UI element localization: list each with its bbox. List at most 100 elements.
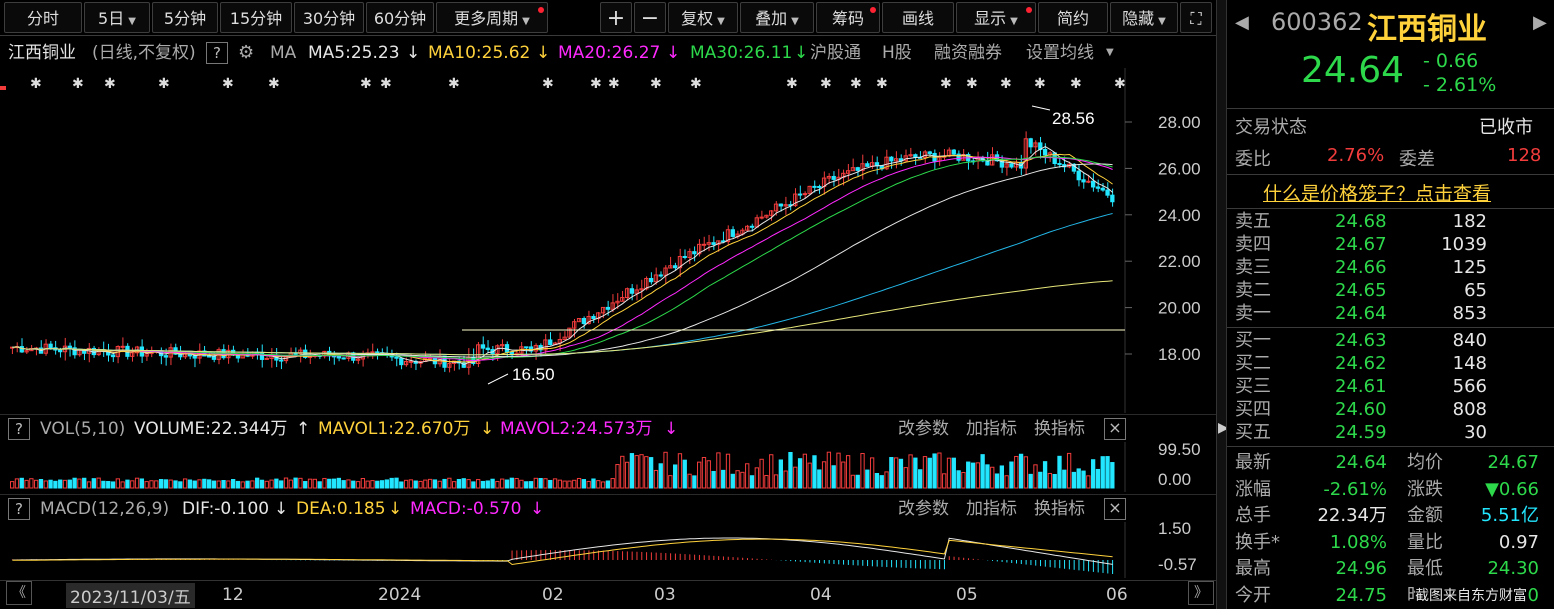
ask-row[interactable]: 卖四 24.67 1039	[1235, 233, 1547, 256]
event-marker-icon: ✱	[268, 76, 280, 92]
volume-bar	[413, 480, 418, 489]
draw-line-button[interactable]: 画线	[882, 2, 954, 33]
bid-row[interactable]: 买四 24.60 808	[1235, 398, 1547, 421]
close-icon[interactable]: ×	[1104, 418, 1126, 440]
switch-indicator-button[interactable]: 换指标	[1034, 415, 1085, 443]
link-margin[interactable]: 融资融券	[934, 38, 1002, 68]
change-params-button[interactable]: 改参数	[898, 415, 949, 443]
stat-label: 今开	[1235, 584, 1271, 606]
period-tab-30min[interactable]: 30分钟	[294, 2, 364, 33]
period-tab-60min[interactable]: 60分钟	[366, 2, 434, 33]
fullscreen-button[interactable]: ⛶	[1180, 2, 1212, 33]
settings-gear-icon[interactable]: ⚙	[238, 38, 254, 68]
hide-button[interactable]: 隐藏 ▼	[1110, 2, 1178, 33]
volume-bar	[610, 478, 615, 489]
close-icon[interactable]: ×	[1104, 498, 1126, 520]
display-button[interactable]: 显示 ▼	[956, 2, 1036, 33]
overlay-button[interactable]: 叠加 ▼	[740, 2, 814, 33]
volume-bar	[10, 481, 15, 489]
volume-bar	[970, 462, 976, 489]
volume-bar	[322, 477, 327, 489]
event-marker-icon: ✱	[650, 76, 662, 92]
ask-row[interactable]: 卖三 24.66 125	[1235, 256, 1547, 279]
volume-bar	[624, 461, 630, 489]
arrow-down-icon: ↓	[406, 43, 421, 63]
volume-bar	[231, 479, 236, 489]
panel-splitter[interactable]: ▶	[1216, 0, 1229, 609]
volume-bar	[725, 453, 731, 489]
candlestick-chart[interactable]: 28.00 26.00 24.00 22.00 20.00 18.00 ✱ ✱ ✱ ✱ ✱ ✱ ✱ ✱ ✱ ✱…	[0, 68, 1216, 413]
help-icon[interactable]: ?	[8, 418, 30, 440]
stat-value: 24.67	[1487, 452, 1539, 473]
macd-chart[interactable]: 1.50 -0.57	[0, 522, 1216, 578]
help-icon[interactable]: ?	[206, 42, 228, 64]
scroll-left-button[interactable]: 《	[6, 581, 32, 605]
period-tab-15min[interactable]: 15分钟	[220, 2, 292, 33]
volume-bar	[375, 480, 380, 489]
link-shhk[interactable]: 沪股通	[810, 38, 861, 68]
period-tab-5min[interactable]: 5分钟	[152, 2, 218, 33]
candle-body	[485, 347, 490, 351]
event-marker-icon: ✱	[690, 76, 702, 92]
volume-bar	[687, 473, 692, 489]
prev-stock-icon[interactable]: ◀	[1235, 12, 1249, 33]
event-marker-icon: ✱	[850, 76, 862, 92]
add-indicator-button[interactable]: 加指标	[966, 415, 1017, 443]
minus-icon: −	[640, 6, 660, 31]
ask-row[interactable]: 卖二 24.65 65	[1235, 279, 1547, 302]
stat-value: 24.30	[1487, 558, 1539, 579]
macd-value: MACD:-0.570	[410, 499, 522, 519]
bid-row[interactable]: 买五 24.59 30	[1235, 421, 1547, 444]
candle-body	[865, 163, 870, 167]
volume-bar	[355, 481, 361, 489]
chips-button[interactable]: 筹码	[816, 2, 880, 33]
link-h-share[interactable]: H股	[882, 38, 912, 68]
simple-mode-button[interactable]: 简约	[1038, 2, 1108, 33]
scroll-right-button[interactable]: 》	[1188, 581, 1214, 605]
zoom-out-button[interactable]: −	[634, 2, 666, 33]
candle-body	[211, 355, 217, 360]
volume-bar	[548, 479, 553, 489]
next-stock-icon[interactable]: ▶	[1533, 12, 1547, 33]
period-tab-5day[interactable]: 5日 ▼	[84, 2, 150, 33]
action-label: 简约	[1056, 9, 1089, 28]
volume-bar	[1076, 468, 1081, 489]
help-icon[interactable]: ?	[8, 498, 30, 520]
volume-bar	[874, 472, 880, 489]
caret-down-icon: ▼	[522, 16, 530, 27]
change-params-button[interactable]: 改参数	[898, 495, 949, 523]
ask-row[interactable]: 卖一 24.64 853	[1235, 302, 1547, 325]
event-marker-icon: ✱	[940, 76, 952, 92]
add-indicator-button[interactable]: 加指标	[966, 495, 1017, 523]
volume-bar	[106, 481, 111, 489]
bid-row[interactable]: 买三 24.61 566	[1235, 375, 1547, 398]
chart-mode-label: (日线,不复权)	[92, 43, 196, 63]
candle-body	[889, 156, 894, 162]
ask-row[interactable]: 卖五 24.68 182	[1235, 210, 1547, 233]
switch-indicator-button[interactable]: 换指标	[1034, 495, 1085, 523]
volume-bar	[869, 457, 875, 489]
price-cage-link[interactable]: 什么是价格笼子？点击查看	[1263, 179, 1491, 206]
more-periods-button[interactable]: 更多周期 ▼	[436, 2, 548, 33]
arrow-down-icon: ↓	[536, 43, 551, 63]
bid-row[interactable]: 买二 24.62 148	[1235, 352, 1547, 375]
zoom-in-button[interactable]: +	[600, 2, 632, 33]
volume-bar	[673, 464, 678, 489]
period-tab-timeshare[interactable]: 分时	[4, 2, 82, 33]
link-set-ma[interactable]: 设置均线	[1026, 38, 1094, 68]
last-price: 24.64	[1301, 50, 1405, 91]
volume-bar	[495, 481, 500, 489]
weicha-value: 128	[1507, 145, 1542, 166]
adjust-button[interactable]: 复权 ▼	[668, 2, 738, 33]
volume-bar	[19, 477, 24, 489]
period-label: 15分钟	[229, 9, 283, 28]
volume-chart[interactable]: 99.50 0.00	[0, 442, 1216, 492]
volume-bar	[600, 481, 606, 489]
volume-bar	[894, 457, 899, 489]
candle-body	[1105, 189, 1110, 196]
caret-down-icon: ▼	[128, 16, 136, 27]
volume-bar	[427, 478, 433, 489]
macd-header: ? MACD(12,26,9) DIF:-0.100 ↓ DEA:0.185 ↓…	[0, 494, 1216, 522]
bid-row[interactable]: 买一 24.63 840	[1235, 329, 1547, 352]
caret-down-icon: ▼	[1010, 16, 1018, 27]
